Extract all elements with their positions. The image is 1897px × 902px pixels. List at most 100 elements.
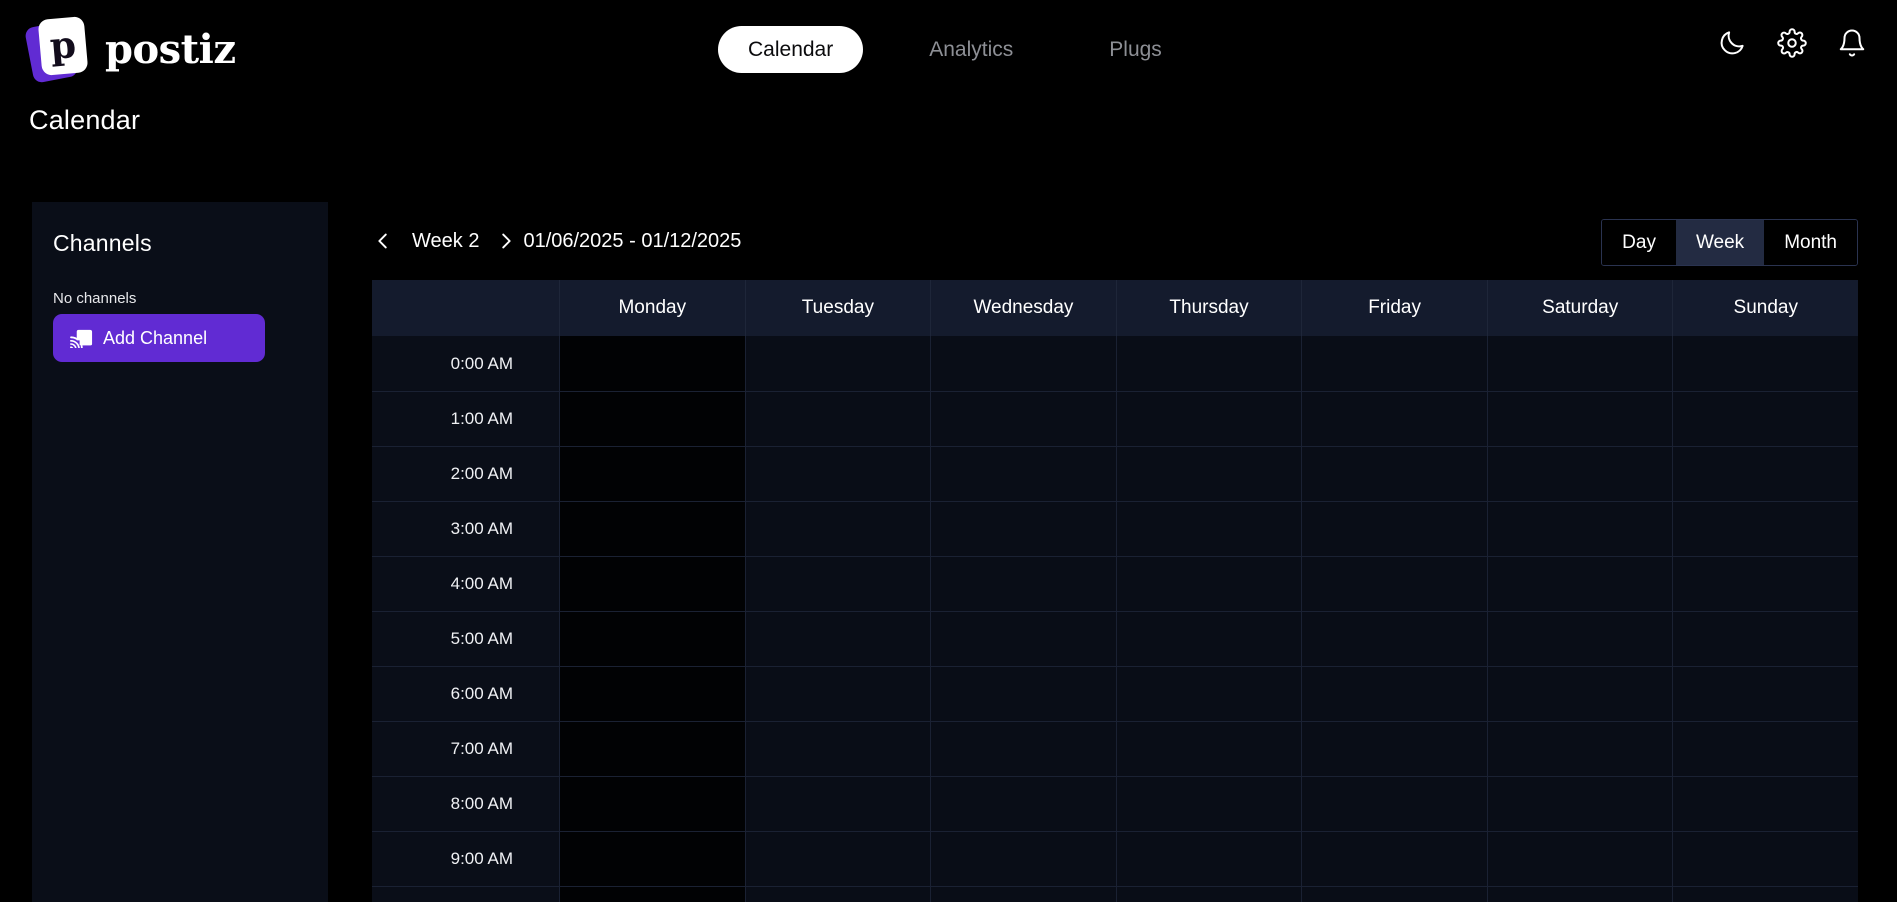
calendar-slot-thursday-700am[interactable] (1117, 722, 1303, 776)
calendar-slot-wednesday-500am[interactable] (931, 612, 1117, 666)
app-logo[interactable]: p postiz (28, 14, 236, 84)
calendar-slot-monday-600am[interactable] (560, 667, 746, 721)
calendar-slot-sunday-200am[interactable] (1673, 447, 1858, 501)
calendar-slot-sunday-600am[interactable] (1673, 667, 1858, 721)
calendar-slot-wednesday-1000am[interactable] (931, 887, 1117, 902)
nav-tab-calendar[interactable]: Calendar (718, 26, 863, 73)
nav-tab-analytics[interactable]: Analytics (899, 26, 1043, 73)
calendar-slot-tuesday-900am[interactable] (746, 832, 932, 886)
calendar-slot-thursday-100am[interactable] (1117, 392, 1303, 446)
calendar-slot-sunday-300am[interactable] (1673, 502, 1858, 556)
calendar-slot-wednesday-000am[interactable] (931, 336, 1117, 391)
calendar-slot-sunday-900am[interactable] (1673, 832, 1858, 886)
calendar-slot-saturday-800am[interactable] (1488, 777, 1674, 831)
calendar-slot-saturday-400am[interactable] (1488, 557, 1674, 611)
view-button-week[interactable]: Week (1676, 220, 1764, 265)
calendar-slot-friday-1000am[interactable] (1302, 887, 1488, 902)
calendar-slot-monday-200am[interactable] (560, 447, 746, 501)
calendar-time-label: 10:00 AM (372, 887, 560, 902)
add-channel-button[interactable]: Add Channel (53, 314, 265, 362)
calendar-slot-tuesday-000am[interactable] (746, 336, 932, 391)
view-button-day[interactable]: Day (1602, 220, 1676, 265)
calendar-slot-tuesday-300am[interactable] (746, 502, 932, 556)
calendar-slot-tuesday-800am[interactable] (746, 777, 932, 831)
calendar-slot-thursday-200am[interactable] (1117, 447, 1303, 501)
calendar-slot-wednesday-100am[interactable] (931, 392, 1117, 446)
calendar-slot-friday-100am[interactable] (1302, 392, 1488, 446)
calendar-slot-friday-300am[interactable] (1302, 502, 1488, 556)
calendar-slot-wednesday-800am[interactable] (931, 777, 1117, 831)
calendar-slot-thursday-400am[interactable] (1117, 557, 1303, 611)
calendar-slot-sunday-800am[interactable] (1673, 777, 1858, 831)
calendar-hour-row: 3:00 AM (372, 501, 1858, 556)
calendar-slot-thursday-000am[interactable] (1117, 336, 1303, 391)
chevron-right-icon[interactable] (495, 230, 517, 252)
calendar-slot-sunday-700am[interactable] (1673, 722, 1858, 776)
calendar-slot-wednesday-200am[interactable] (931, 447, 1117, 501)
calendar-slot-thursday-600am[interactable] (1117, 667, 1303, 721)
calendar-slot-wednesday-900am[interactable] (931, 832, 1117, 886)
calendar-slot-tuesday-1000am[interactable] (746, 887, 932, 902)
logo-front-card: p (38, 16, 89, 76)
calendar-slot-sunday-500am[interactable] (1673, 612, 1858, 666)
chevron-left-icon[interactable] (372, 230, 394, 252)
calendar-slot-sunday-400am[interactable] (1673, 557, 1858, 611)
week-calendar-grid: Monday Tuesday Wednesday Thursday Friday… (372, 280, 1858, 902)
calendar-slot-thursday-1000am[interactable] (1117, 887, 1303, 902)
calendar-slot-friday-600am[interactable] (1302, 667, 1488, 721)
calendar-slot-wednesday-600am[interactable] (931, 667, 1117, 721)
logo-wordmark: postiz (105, 26, 236, 73)
calendar-slot-monday-400am[interactable] (560, 557, 746, 611)
calendar-slot-friday-700am[interactable] (1302, 722, 1488, 776)
calendar-slot-wednesday-400am[interactable] (931, 557, 1117, 611)
calendar-slot-monday-800am[interactable] (560, 777, 746, 831)
gear-icon[interactable] (1777, 28, 1807, 58)
calendar-slot-saturday-200am[interactable] (1488, 447, 1674, 501)
calendar-slot-sunday-100am[interactable] (1673, 392, 1858, 446)
calendar-slot-tuesday-500am[interactable] (746, 612, 932, 666)
moon-icon[interactable] (1717, 28, 1747, 58)
topbar-actions (1717, 28, 1867, 58)
calendar-slot-monday-700am[interactable] (560, 722, 746, 776)
bell-icon[interactable] (1837, 28, 1867, 58)
calendar-slot-thursday-900am[interactable] (1117, 832, 1303, 886)
calendar-slot-saturday-600am[interactable] (1488, 667, 1674, 721)
calendar-slot-tuesday-100am[interactable] (746, 392, 932, 446)
nav-tab-plugs[interactable]: Plugs (1079, 26, 1192, 73)
calendar-slot-monday-900am[interactable] (560, 832, 746, 886)
calendar-slot-saturday-1000am[interactable] (1488, 887, 1674, 902)
calendar-slot-saturday-500am[interactable] (1488, 612, 1674, 666)
calendar-slot-monday-500am[interactable] (560, 612, 746, 666)
calendar-slot-sunday-000am[interactable] (1673, 336, 1858, 391)
calendar-slot-monday-1000am[interactable] (560, 887, 746, 902)
calendar-slot-monday-300am[interactable] (560, 502, 746, 556)
calendar-slot-friday-900am[interactable] (1302, 832, 1488, 886)
calendar-slot-saturday-700am[interactable] (1488, 722, 1674, 776)
calendar-slot-wednesday-300am[interactable] (931, 502, 1117, 556)
calendar-slot-monday-100am[interactable] (560, 392, 746, 446)
calendar-slot-saturday-900am[interactable] (1488, 832, 1674, 886)
calendar-slot-sunday-1000am[interactable] (1673, 887, 1858, 902)
calendar-slot-friday-400am[interactable] (1302, 557, 1488, 611)
calendar-slot-saturday-000am[interactable] (1488, 336, 1674, 391)
calendar-slot-friday-000am[interactable] (1302, 336, 1488, 391)
calendar-slot-thursday-500am[interactable] (1117, 612, 1303, 666)
calendar-hour-row: 1:00 AM (372, 391, 1858, 446)
calendar-time-label: 4:00 AM (372, 557, 560, 611)
calendar-header-time-column (372, 280, 560, 336)
calendar-slot-friday-200am[interactable] (1302, 447, 1488, 501)
calendar-slot-monday-000am[interactable] (560, 336, 746, 391)
calendar-slot-wednesday-700am[interactable] (931, 722, 1117, 776)
calendar-slot-tuesday-600am[interactable] (746, 667, 932, 721)
calendar-slot-tuesday-700am[interactable] (746, 722, 932, 776)
calendar-slot-tuesday-200am[interactable] (746, 447, 932, 501)
calendar-slot-saturday-100am[interactable] (1488, 392, 1674, 446)
calendar-slot-tuesday-400am[interactable] (746, 557, 932, 611)
calendar-slot-saturday-300am[interactable] (1488, 502, 1674, 556)
calendar-slot-friday-800am[interactable] (1302, 777, 1488, 831)
view-button-month[interactable]: Month (1764, 220, 1857, 265)
calendar-slot-thursday-800am[interactable] (1117, 777, 1303, 831)
logo-mark-icon: p (28, 14, 90, 84)
calendar-slot-thursday-300am[interactable] (1117, 502, 1303, 556)
calendar-slot-friday-500am[interactable] (1302, 612, 1488, 666)
